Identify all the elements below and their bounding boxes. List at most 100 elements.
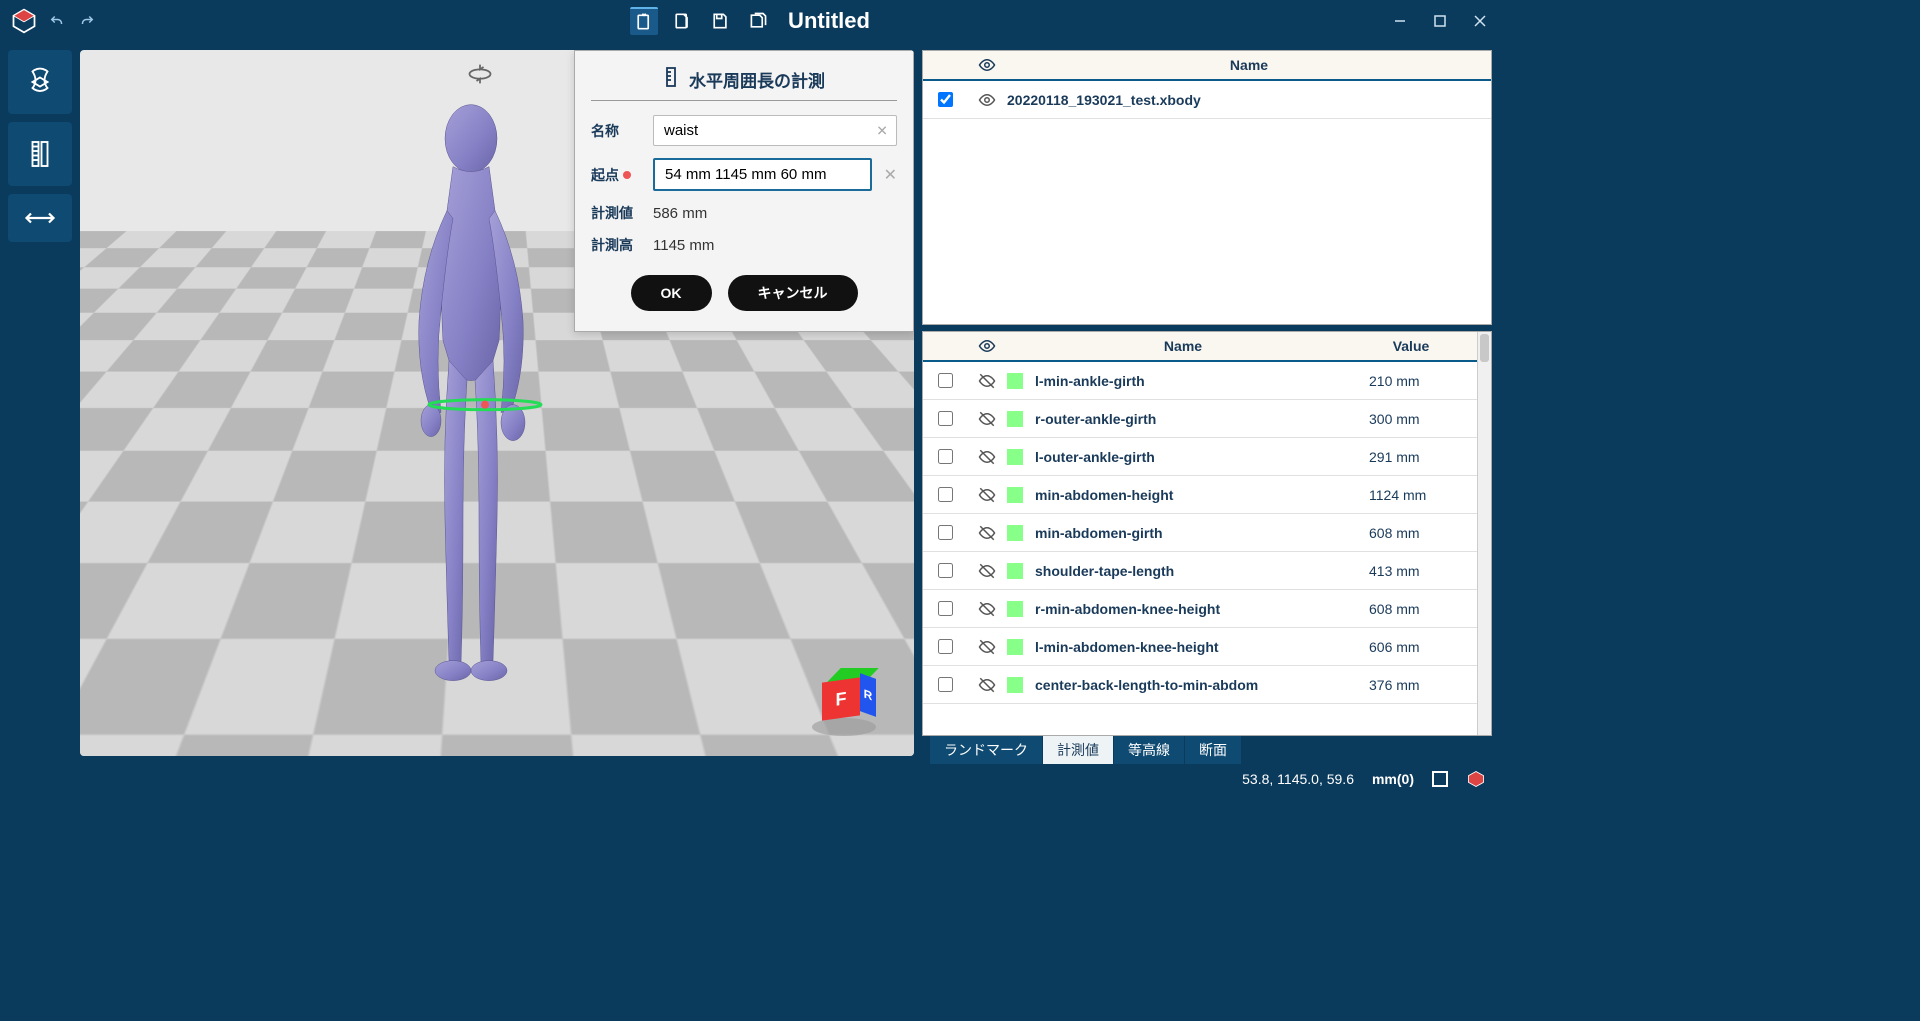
measure-checkbox[interactable]	[938, 677, 953, 692]
origin-dot-icon	[623, 171, 631, 179]
cancel-button[interactable]: キャンセル	[728, 275, 858, 311]
tool-pan[interactable]	[8, 194, 72, 242]
origin-label: 起点	[591, 165, 619, 185]
visibility-off-icon[interactable]	[967, 524, 1007, 542]
minimize-button[interactable]	[1380, 5, 1420, 37]
measure-row[interactable]: r-min-abdomen-knee-height 608 mm	[923, 590, 1477, 628]
status-app-icon[interactable]	[1466, 769, 1486, 789]
measure-name: min-abdomen-girth	[1035, 525, 1369, 541]
view-cube[interactable]: F R	[804, 656, 884, 736]
measure-value: 586 mm	[653, 205, 707, 222]
color-swatch[interactable]	[1007, 601, 1023, 617]
tab-0[interactable]: ランドマーク	[930, 736, 1043, 764]
measure-row[interactable]: l-outer-ankle-girth 291 mm	[923, 438, 1477, 476]
name-label: 名称	[591, 121, 641, 141]
measure-dialog: 水平周囲長の計測 名称 waist ✕ 起点 54 mm 1145 mm	[574, 50, 914, 332]
measure-checkbox[interactable]	[938, 525, 953, 540]
maximize-button[interactable]	[1420, 5, 1460, 37]
viewport-3d[interactable]: F R 水平周囲長の計測 名称 waist ✕	[80, 50, 914, 756]
visibility-off-icon[interactable]	[967, 676, 1007, 694]
save-as-button[interactable]	[744, 7, 772, 35]
color-swatch[interactable]	[1007, 411, 1023, 427]
waist-measurement-ring	[425, 398, 545, 412]
visibility-toggle-icon[interactable]	[967, 91, 1007, 109]
tool-model[interactable]	[8, 50, 72, 114]
save-button[interactable]	[706, 7, 734, 35]
measure-checkbox[interactable]	[938, 449, 953, 464]
measure-value: 300 mm	[1369, 411, 1469, 427]
visibility-off-icon[interactable]	[967, 486, 1007, 504]
clear-name-icon[interactable]: ✕	[876, 122, 888, 139]
height-label: 計測高	[591, 235, 641, 255]
measure-value: 413 mm	[1369, 563, 1469, 579]
measure-name-header[interactable]: Name	[1035, 338, 1331, 354]
open-doc-button[interactable]	[668, 7, 696, 35]
measure-value-header[interactable]: Value	[1331, 338, 1491, 354]
visibility-off-icon[interactable]	[967, 410, 1007, 428]
tab-1[interactable]: 計測値	[1043, 736, 1114, 764]
measure-label: 計測値	[591, 203, 641, 223]
measure-row[interactable]: min-abdomen-girth 608 mm	[923, 514, 1477, 552]
visibility-off-icon[interactable]	[967, 562, 1007, 580]
origin-input[interactable]: 54 mm 1145 mm 60 mm	[653, 158, 872, 191]
scrollbar[interactable]	[1477, 332, 1491, 735]
redo-button[interactable]	[76, 10, 98, 32]
measure-value: 606 mm	[1369, 639, 1469, 655]
measure-value: 210 mm	[1369, 373, 1469, 389]
measure-row[interactable]: center-back-length-to-min-abdom 376 mm	[923, 666, 1477, 704]
color-swatch[interactable]	[1007, 563, 1023, 579]
document-title: Untitled	[788, 8, 870, 34]
measure-row[interactable]: l-min-ankle-girth 210 mm	[923, 362, 1477, 400]
color-swatch[interactable]	[1007, 525, 1023, 541]
color-swatch[interactable]	[1007, 449, 1023, 465]
visibility-off-icon[interactable]	[967, 638, 1007, 656]
measure-row[interactable]: l-min-abdomen-knee-height 606 mm	[923, 628, 1477, 666]
color-swatch[interactable]	[1007, 373, 1023, 389]
status-bar: 53.8, 1145.0, 59.6 mm(0)	[0, 764, 1500, 794]
titlebar: Untitled	[0, 0, 1500, 42]
status-coords: 53.8, 1145.0, 59.6	[1242, 771, 1354, 787]
measure-checkbox[interactable]	[938, 487, 953, 502]
measure-name: r-outer-ankle-girth	[1035, 411, 1369, 427]
color-swatch[interactable]	[1007, 639, 1023, 655]
measure-checkbox[interactable]	[938, 639, 953, 654]
visibility-off-icon[interactable]	[967, 600, 1007, 618]
measurements-panel: Name Value l-min-ankle-girth 210 mm r-ou…	[922, 331, 1492, 736]
visibility-off-icon[interactable]	[967, 448, 1007, 466]
visibility-header-icon[interactable]	[967, 56, 1007, 74]
measure-checkbox[interactable]	[938, 411, 953, 426]
files-name-header[interactable]: Name	[1007, 57, 1491, 73]
close-button[interactable]	[1460, 5, 1500, 37]
body-mesh	[353, 81, 593, 701]
measure-name: r-min-abdomen-knee-height	[1035, 601, 1369, 617]
height-value: 1145 mm	[653, 237, 714, 254]
clear-origin-icon[interactable]: ✕	[884, 165, 897, 185]
visibility-header-icon-2[interactable]	[967, 337, 1007, 355]
tab-3[interactable]: 断面	[1185, 736, 1242, 764]
ok-button[interactable]: OK	[631, 275, 712, 311]
measure-row[interactable]: min-abdomen-height 1124 mm	[923, 476, 1477, 514]
measure-checkbox[interactable]	[938, 373, 953, 388]
name-input[interactable]: waist ✕	[653, 115, 897, 146]
measure-name: l-outer-ankle-girth	[1035, 449, 1369, 465]
color-swatch[interactable]	[1007, 487, 1023, 503]
measure-name: center-back-length-to-min-abdom	[1035, 677, 1369, 693]
measure-row[interactable]: shoulder-tape-length 413 mm	[923, 552, 1477, 590]
measure-value: 608 mm	[1369, 601, 1469, 617]
new-doc-button[interactable]	[630, 7, 658, 35]
undo-button[interactable]	[46, 10, 68, 32]
measure-value: 291 mm	[1369, 449, 1469, 465]
visibility-off-icon[interactable]	[967, 372, 1007, 390]
measure-checkbox[interactable]	[938, 601, 953, 616]
tab-2[interactable]: 等高線	[1114, 736, 1185, 764]
file-row[interactable]: 20220118_193021_test.xbody	[923, 81, 1491, 119]
measure-row[interactable]: r-outer-ankle-girth 300 mm	[923, 400, 1477, 438]
measure-name: min-abdomen-height	[1035, 487, 1369, 503]
tool-measure[interactable]	[8, 122, 72, 186]
status-square-icon[interactable]	[1432, 771, 1448, 787]
file-checkbox[interactable]	[938, 92, 953, 107]
measure-name: l-min-ankle-girth	[1035, 373, 1369, 389]
measure-checkbox[interactable]	[938, 563, 953, 578]
dialog-title-text: 水平周囲長の計測	[689, 67, 825, 92]
color-swatch[interactable]	[1007, 677, 1023, 693]
